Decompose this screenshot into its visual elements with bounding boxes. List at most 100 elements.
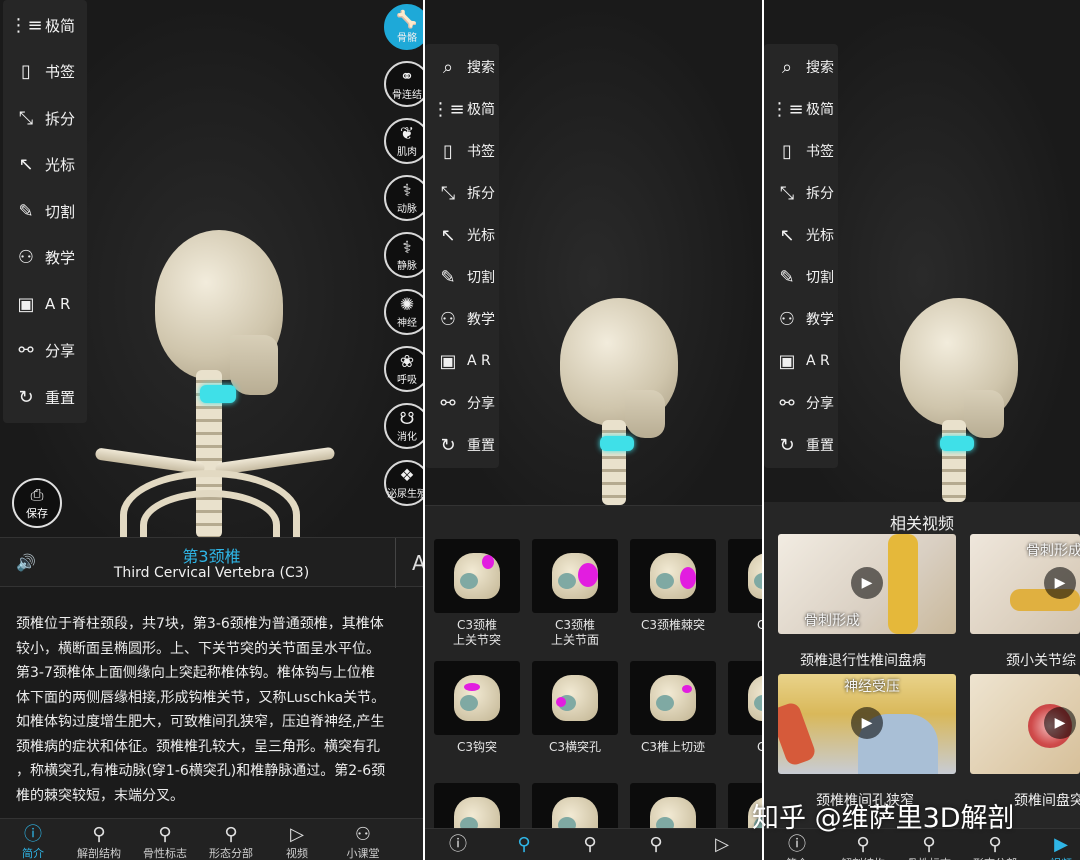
- play-icon[interactable]: ▶: [851, 707, 883, 739]
- vertebra-image: [532, 661, 618, 735]
- system-nerve[interactable]: ✺ 神经: [384, 289, 423, 335]
- tool-reset[interactable]: ↻ 重置: [3, 374, 87, 421]
- system-vein[interactable]: ⚕ 静脉: [384, 232, 423, 278]
- tool-bookmark[interactable]: ▯ 书签: [425, 130, 499, 172]
- tool-menu: ⋮≡ 极简 ▯ 书签 ⤡ 拆分 ↖ 光标 ✎ 切割 ⚇ 教学 ▣ A R ⚯ 分享 ↻ 重置: [3, 0, 87, 423]
- artery-icon: ⚕: [402, 180, 412, 201]
- nav-info[interactable]: ⓘ: [425, 829, 491, 860]
- thumbnail-label: C3横突孔: [548, 740, 601, 754]
- tool-split[interactable]: ⤡ 拆分: [3, 95, 87, 142]
- tool-cut[interactable]: ✎ 切割: [3, 188, 87, 235]
- video-title: 颈椎退行性椎间盘病: [800, 653, 926, 669]
- system-selector: 🦴 骨骼 ⚭ 骨连结 ❦ 肌肉 ⚕ 动脉 ⚕ 静脉 ✺ 神经 ❀ 呼吸 ☋ 消化 ❖ 泌尿生殖: [384, 4, 423, 517]
- structure-title-cn: 第3颈椎: [182, 547, 241, 566]
- split-icon: ⤡: [18, 107, 34, 129]
- tool-label: 极简: [467, 102, 495, 118]
- tool-cursor[interactable]: ↖ 光标: [425, 214, 499, 256]
- nerve-icon: ✺: [399, 294, 415, 315]
- nav-video[interactable]: ▷ 视频: [264, 819, 330, 860]
- tool-label: 切割: [45, 202, 76, 221]
- tool-label: 重置: [467, 438, 495, 454]
- system-joint[interactable]: ⚭ 骨连结: [384, 61, 423, 107]
- tool-label: 光标: [806, 228, 834, 244]
- nav-video[interactable]: ▶视频: [1028, 829, 1080, 860]
- tool-cursor[interactable]: ↖ 光标: [764, 214, 838, 256]
- tool-search[interactable]: ⌕ 搜索: [764, 46, 838, 88]
- nav-video[interactable]: ▷: [689, 829, 755, 860]
- tool-label: 切割: [467, 270, 495, 286]
- structure-thumbnail[interactable]: C3颈椎 上关节面: [532, 539, 618, 648]
- system-label: 神经: [397, 317, 417, 329]
- structure-thumbnail[interactable]: C3钩突: [434, 661, 520, 755]
- watermark: 知乎 @维萨里3D解剖: [752, 803, 1015, 834]
- bottom-nav: ⓘ 简介 ⚲ 解剖结构 ⚲ 骨性标志 ⚲ 形态分部 ▷ 视频 ⚇ 小课堂: [0, 818, 423, 860]
- tool-share[interactable]: ⚯ 分享: [3, 328, 87, 375]
- system-lung[interactable]: ❀ 呼吸: [384, 346, 423, 392]
- structure-thumbnail[interactable]: C3椎上切迹: [630, 661, 716, 755]
- tool-share[interactable]: ⚯ 分享: [764, 382, 838, 424]
- nav-morph[interactable]: ⚲: [623, 829, 689, 860]
- tool-cut[interactable]: ✎ 切割: [425, 256, 499, 298]
- nav-anatomy[interactable]: ⚲ 解剖结构: [66, 819, 132, 860]
- nav-landmark[interactable]: ⚲: [557, 829, 623, 860]
- c3-highlight[interactable]: [940, 436, 974, 451]
- nav-anatomy[interactable]: ⚲: [491, 829, 557, 860]
- structure-thumbnail[interactable]: C3颈: [728, 539, 762, 633]
- tool-label: 极简: [806, 102, 834, 118]
- tool-collapse[interactable]: ⋮≡ 极简: [425, 88, 499, 130]
- nav-morph[interactable]: ⚲ 形态分部: [198, 819, 264, 860]
- font-size-button[interactable]: A: [395, 538, 423, 588]
- system-kidney[interactable]: ❖ 泌尿生殖: [384, 460, 423, 506]
- play-icon[interactable]: ▶: [1044, 567, 1076, 599]
- tool-search[interactable]: ⌕ 搜索: [425, 46, 499, 88]
- nav-label: 视频: [286, 847, 308, 860]
- tool-cut[interactable]: ✎ 切割: [764, 256, 838, 298]
- tool-bookmark[interactable]: ▯ 书签: [3, 49, 87, 96]
- structure-thumbnail[interactable]: C3椎: [728, 661, 762, 755]
- tool-bookmark[interactable]: ▯ 书签: [764, 130, 838, 172]
- tool-ar[interactable]: ▣ A R: [764, 340, 838, 382]
- system-bone[interactable]: 🦴 骨骼: [384, 4, 423, 50]
- tool-split[interactable]: ⤡ 拆分: [425, 172, 499, 214]
- system-stomach[interactable]: ☋ 消化: [384, 403, 423, 449]
- video-card[interactable]: 骨刺形成 ▶: [970, 534, 1080, 634]
- system-artery[interactable]: ⚕ 动脉: [384, 175, 423, 221]
- structure-thumbnail[interactable]: C3颈椎 上关节突: [434, 539, 520, 648]
- save-button[interactable]: ⎙ 保存: [12, 478, 62, 528]
- tool-collapse[interactable]: ⋮≡ 极简: [764, 88, 838, 130]
- nav-info[interactable]: ⓘ 简介: [0, 819, 66, 860]
- mandible-model: [964, 390, 1004, 438]
- tool-ar[interactable]: ▣ A R: [425, 340, 499, 382]
- video-card[interactable]: 骨刺形成 ▶: [778, 534, 956, 634]
- tool-reset[interactable]: ↻ 重置: [764, 424, 838, 466]
- nav-landmark[interactable]: ⚲ 骨性标志: [132, 819, 198, 860]
- video-card[interactable]: ▶: [970, 674, 1080, 774]
- cursor-icon: ↖: [440, 224, 456, 246]
- class-icon: ⚇: [354, 824, 372, 845]
- tool-teach[interactable]: ⚇ 教学: [425, 298, 499, 340]
- play-icon[interactable]: ▶: [1044, 707, 1076, 739]
- share-icon: ⚯: [779, 392, 795, 414]
- video-card[interactable]: 神经受压 ▶: [778, 674, 956, 774]
- tool-ar[interactable]: ▣ A R: [3, 281, 87, 328]
- system-muscle[interactable]: ❦ 肌肉: [384, 118, 423, 164]
- c3-highlight[interactable]: [200, 385, 236, 403]
- tool-collapse[interactable]: ⋮≡ 极简: [3, 2, 87, 49]
- structure-thumbnail[interactable]: C3颈椎棘突: [630, 539, 716, 633]
- c3-highlight[interactable]: [600, 436, 634, 451]
- tool-split[interactable]: ⤡ 拆分: [764, 172, 838, 214]
- thumbnail-label: C3颈: [756, 618, 762, 632]
- tool-label: 切割: [806, 270, 834, 286]
- play-icon[interactable]: ▶: [851, 567, 883, 599]
- tool-share[interactable]: ⚯ 分享: [425, 382, 499, 424]
- vertebra-image: [532, 539, 618, 613]
- structure-grid: C3颈椎 上关节突 C3颈椎 上关节面 C3颈椎棘突 C3颈 C3钩突 C3横突孔 C3椎上…: [425, 505, 762, 857]
- tool-cursor[interactable]: ↖ 光标: [3, 142, 87, 189]
- mandible-model: [625, 390, 665, 438]
- tool-reset[interactable]: ↻ 重置: [425, 424, 499, 466]
- tool-teach[interactable]: ⚇ 教学: [3, 235, 87, 282]
- tool-label: A R: [467, 353, 491, 369]
- nav-class[interactable]: ⚇ 小课堂: [330, 819, 396, 860]
- tool-teach[interactable]: ⚇ 教学: [764, 298, 838, 340]
- structure-thumbnail[interactable]: C3横突孔: [532, 661, 618, 755]
